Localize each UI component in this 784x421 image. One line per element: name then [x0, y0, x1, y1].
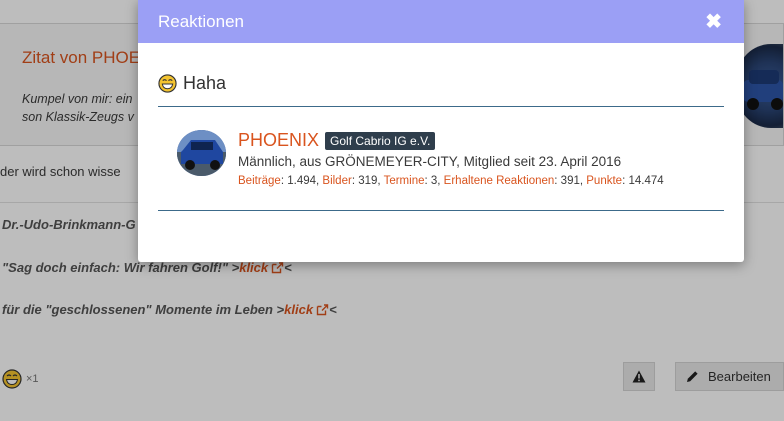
- modal-title: Reaktionen: [158, 11, 245, 31]
- stat-key-reactions[interactable]: Erhaltene Reaktionen: [444, 175, 555, 187]
- user-row: PHOENIX Golf Cabrio IG e.V.: [238, 130, 436, 151]
- user-stats: Beiträge: 1.494, Bilder: 319, Termine: 3…: [238, 175, 664, 187]
- close-icon[interactable]: ✖: [705, 12, 722, 32]
- stat-key-points[interactable]: Punkte: [586, 175, 622, 187]
- user-avatar[interactable]: [177, 130, 226, 176]
- stat-value-images: 319: [358, 175, 378, 187]
- stat-key-posts[interactable]: Beiträge: [238, 175, 281, 187]
- stat-value-reactions: 391: [560, 175, 580, 187]
- user-info: Männlich, aus GRÖNEMEYER-CITY, Mitglied …: [238, 154, 622, 169]
- user-name-link[interactable]: PHOENIX: [238, 130, 319, 151]
- stat-key-images[interactable]: Bilder: [322, 175, 351, 187]
- stat-value-posts: 1.494: [287, 175, 317, 187]
- section-divider-bottom: [158, 210, 724, 211]
- stat-key-events[interactable]: Termine: [384, 175, 425, 187]
- modal-header: Reaktionen ✖: [138, 0, 744, 43]
- stat-value-events: 3: [430, 175, 438, 187]
- section-divider-top: [158, 106, 724, 107]
- reaction-name: Haha: [183, 73, 227, 93]
- reaction-header: Haha: [158, 73, 226, 94]
- user-title-badge: Golf Cabrio IG e.V.: [325, 131, 436, 150]
- reactions-modal: Reaktionen ✖ Haha PHOENIX Golf Cabrio IG…: [138, 0, 744, 262]
- stat-value-points: 14.474: [628, 175, 664, 187]
- haha-emoji-icon: [158, 74, 177, 93]
